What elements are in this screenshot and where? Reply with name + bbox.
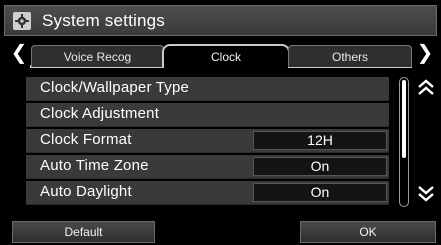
setting-value: On [253,157,387,176]
setting-row-auto-time-zone[interactable]: Auto Time Zone On [26,155,389,179]
setting-label: Auto Time Zone [40,157,149,174]
scrollbar-thumb[interactable] [402,80,406,158]
setting-label: Auto Daylight [40,183,132,200]
page-title: System settings [42,11,165,30]
setting-label: Clock Format [40,131,132,148]
default-button-label: Default [64,225,103,239]
tab-label: Clock [210,50,241,64]
setting-value: On [253,183,387,202]
setting-row-clock-adjustment[interactable]: Clock Adjustment [26,103,389,127]
setting-row-clock-wallpaper-type[interactable]: Clock/Wallpaper Type [26,77,389,101]
setting-label: Clock Adjustment [40,105,160,122]
scrollbar[interactable] [399,77,409,207]
setting-label: Clock/Wallpaper Type [40,79,190,96]
setting-row-auto-daylight[interactable]: Auto Daylight On [26,181,389,205]
setting-value: 12H [253,131,387,150]
chevron-left-icon[interactable]: ❮ [8,42,30,64]
ok-button-label: OK [359,225,377,239]
double-chevron-down-icon[interactable] [416,183,436,203]
system-settings-screen: System settings ❮ Voice Recog Clock Othe… [0,0,441,245]
default-button[interactable]: Default [12,221,155,243]
title-bar: System settings [4,5,437,36]
tab-label: Others [331,50,368,64]
ok-button[interactable]: OK [300,221,436,243]
gear-icon [13,12,31,30]
footer-bar: Default OK [4,219,437,243]
tab-bar: ❮ Voice Recog Clock Others ❯ [4,40,437,70]
setting-row-clock-format[interactable]: Clock Format 12H [26,129,389,153]
tab-label: Voice Recog [63,50,132,64]
chevron-right-icon[interactable]: ❯ [414,42,436,64]
tab-clock[interactable]: Clock [162,44,290,68]
double-chevron-up-icon[interactable] [416,78,436,98]
tab-voice-recog[interactable]: Voice Recog [31,45,164,67]
tab-others[interactable]: Others [288,45,412,67]
